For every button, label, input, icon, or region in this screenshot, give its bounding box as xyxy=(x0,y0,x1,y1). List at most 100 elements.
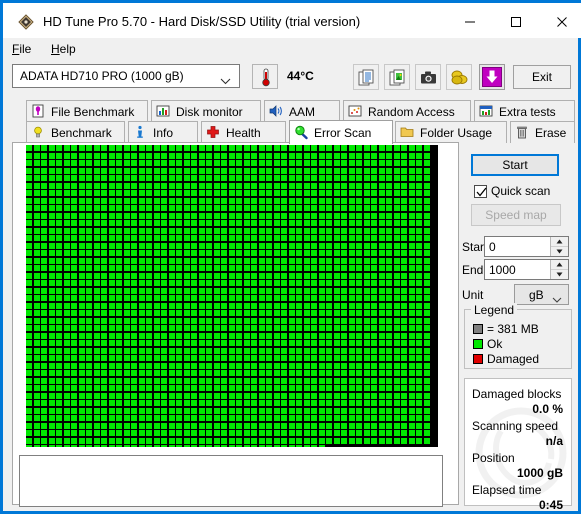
scan-block xyxy=(183,152,190,159)
scan-block xyxy=(26,152,32,159)
quick-scan-checkbox[interactable]: Quick scan xyxy=(474,184,550,198)
scan-block xyxy=(101,167,107,174)
scan-block xyxy=(213,385,220,391)
scan-block xyxy=(341,415,347,421)
scan-block xyxy=(416,197,422,204)
scan-block xyxy=(56,340,62,346)
scan-block xyxy=(356,295,362,301)
minimize-button[interactable] xyxy=(447,6,492,38)
scan-block xyxy=(333,340,340,346)
tab-erase[interactable]: Erase xyxy=(510,121,575,143)
tab-info[interactable]: Info xyxy=(128,121,198,143)
start-button[interactable]: Start xyxy=(471,154,559,176)
position-value: 1000 gB xyxy=(516,466,563,480)
start-spinner[interactable] xyxy=(550,237,568,256)
scan-block xyxy=(371,317,377,324)
tab-health[interactable]: Health xyxy=(201,121,286,143)
copy-image-button[interactable] xyxy=(384,64,410,90)
copy-text-button[interactable] xyxy=(353,64,379,90)
scan-block xyxy=(138,182,145,189)
scan-block xyxy=(101,415,107,421)
scan-block xyxy=(266,362,272,369)
scan-block xyxy=(26,190,32,196)
scan-block xyxy=(243,265,250,271)
scan-block xyxy=(206,325,212,331)
scan-block xyxy=(198,220,205,226)
scan-grid-cells[interactable] xyxy=(26,145,438,447)
scan-block xyxy=(318,160,325,166)
tab-folder-usage[interactable]: Folder Usage xyxy=(395,121,507,143)
scan-block xyxy=(56,400,62,406)
scan-block xyxy=(266,295,272,301)
menu-item-help[interactable]: Help xyxy=(51,42,76,56)
scan-block xyxy=(153,257,160,264)
tab-benchmark[interactable]: Benchmark xyxy=(26,121,125,143)
coins-button[interactable] xyxy=(446,64,472,90)
scan-block xyxy=(258,407,265,414)
scan-block xyxy=(243,235,250,241)
scan-block xyxy=(423,332,430,339)
tab-disk-monitor[interactable]: Disk monitor xyxy=(151,100,261,122)
scan-block xyxy=(318,377,325,384)
scan-block xyxy=(41,257,47,264)
spinner-up-icon[interactable] xyxy=(551,237,568,247)
scan-block xyxy=(33,385,40,391)
scan-block xyxy=(236,325,242,331)
scan-block xyxy=(296,182,302,189)
tab-extra-tests[interactable]: Extra tests xyxy=(474,100,575,122)
scan-block xyxy=(273,392,280,399)
scan-block xyxy=(348,340,355,346)
close-icon xyxy=(556,17,567,27)
scan-block xyxy=(348,392,355,399)
tab-file-benchmark[interactable]: File Benchmark xyxy=(26,100,148,122)
scan-block xyxy=(333,310,340,316)
scan-block xyxy=(341,437,347,444)
spinner-up-icon[interactable] xyxy=(551,260,568,270)
spinner-down-icon[interactable] xyxy=(551,247,568,256)
scan-block xyxy=(63,205,70,211)
end-spinner[interactable] xyxy=(550,260,568,279)
scan-block xyxy=(423,392,430,399)
scan-block xyxy=(101,302,107,309)
tab-aam[interactable]: AAM xyxy=(264,100,340,122)
scan-block xyxy=(318,347,325,354)
tab-error-scan[interactable]: Error Scan xyxy=(289,120,393,144)
scan-block xyxy=(183,422,190,429)
start-input[interactable]: 0 xyxy=(484,236,569,257)
tab-random-access[interactable]: Random Access xyxy=(343,100,471,122)
download-button[interactable] xyxy=(479,64,505,90)
menu-bar: File Help xyxy=(3,38,578,60)
scan-block xyxy=(123,400,130,406)
end-input[interactable]: 1000 xyxy=(484,259,569,280)
unit-select[interactable]: gB xyxy=(514,284,569,305)
scan-block xyxy=(341,407,347,414)
drive-select[interactable]: ADATA HD710 PRO (1000 gB) xyxy=(12,64,240,88)
scan-block xyxy=(206,332,212,339)
screenshot-button[interactable] xyxy=(415,64,441,90)
scan-block xyxy=(176,182,182,189)
scan-block xyxy=(251,167,257,174)
menu-item-file[interactable]: File xyxy=(12,42,31,56)
scan-block xyxy=(371,295,377,301)
scan-block xyxy=(78,370,85,376)
scan-block xyxy=(198,205,205,211)
scan-block-grid[interactable] xyxy=(26,145,438,447)
scan-block xyxy=(206,190,212,196)
scan-block xyxy=(146,362,152,369)
scan-block xyxy=(288,280,295,286)
scan-block xyxy=(296,242,302,249)
scan-block xyxy=(63,422,70,429)
scan-block xyxy=(198,272,205,279)
scan-block xyxy=(228,160,235,166)
scan-block xyxy=(281,152,287,159)
scan-block xyxy=(138,385,145,391)
scan-block xyxy=(318,437,325,444)
scan-block xyxy=(168,325,175,331)
scan-block xyxy=(108,235,115,241)
scan-block xyxy=(131,190,137,196)
spinner-down-icon[interactable] xyxy=(551,270,568,279)
maximize-button[interactable] xyxy=(493,6,538,38)
scan-block xyxy=(26,287,32,294)
exit-button[interactable]: Exit xyxy=(513,65,571,89)
close-button[interactable] xyxy=(539,6,581,38)
